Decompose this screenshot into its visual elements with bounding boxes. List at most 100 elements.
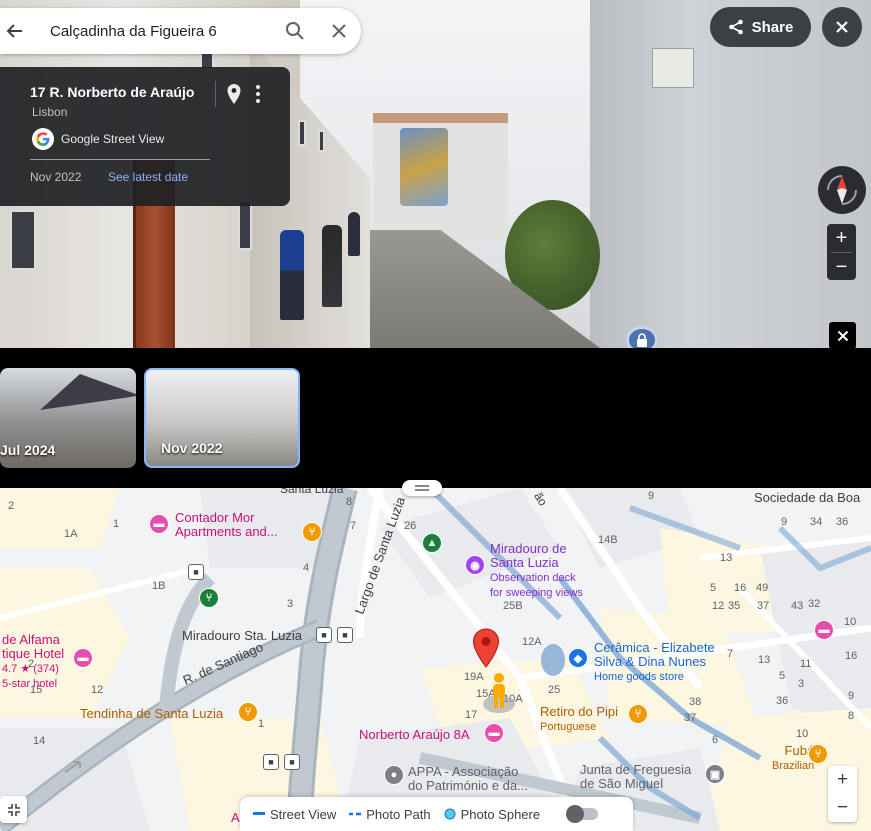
legend-label: Street View [270, 806, 337, 822]
source-label: Google Street View [61, 132, 165, 146]
government-icon[interactable]: ▣ [705, 764, 725, 784]
search-bar: Calçadinha da Figueira 6 [0, 8, 361, 54]
house-number: 49 [756, 582, 769, 594]
street-view-line-icon [253, 812, 265, 815]
house-number: 14 [33, 735, 46, 747]
poi-name: tique Hotel [2, 646, 65, 661]
map-legend: Street View Photo Path Photo Sphere [240, 797, 633, 831]
close-icon[interactable] [822, 7, 862, 47]
house-number: 16 [734, 582, 747, 594]
house-number: 1 [258, 718, 265, 730]
zoom-in-button[interactable]: + [827, 224, 856, 252]
poi-norberto[interactable]: Norberto Araújo 8A [359, 727, 470, 742]
zoom-out-button[interactable]: − [827, 253, 856, 281]
lock-icon[interactable] [626, 326, 658, 348]
restaurant-icon[interactable]: ⑂ [628, 704, 648, 724]
poi-contador-mor[interactable]: Contador Mor Apartments and... [175, 511, 278, 539]
poi-junta[interactable]: Junta de Freguesia de São Miguel [580, 763, 691, 791]
house-number: 36 [776, 695, 789, 707]
search-icon[interactable] [273, 8, 317, 54]
timeline-thumbnail[interactable]: Jul 2024 [0, 368, 136, 468]
house-number: 10 [844, 616, 857, 628]
poi-alfama-hotel[interactable]: de Alfama tique Hotel 4.7 ★ (374) 5-star ho… [2, 633, 64, 691]
poi-name: Junta de Freguesia [580, 762, 692, 777]
umbrella [40, 374, 136, 410]
house-number: A [231, 810, 240, 825]
hotel-icon[interactable]: ▬ [484, 723, 504, 743]
timeline-thumbnail-selected[interactable]: Nov 2022 [144, 368, 300, 468]
poi-fuba[interactable]: Fubá Brazilian [772, 744, 814, 773]
tile-mural [400, 128, 448, 206]
poi-sociedade[interactable]: Sociedade da Boa [754, 490, 860, 505]
map-pin-icon[interactable] [226, 83, 242, 105]
source-row: Google Street View [32, 128, 164, 150]
tram-icon[interactable]: ■ [316, 627, 332, 643]
location-pin-icon[interactable] [472, 628, 500, 668]
restaurant-icon[interactable]: ⑂ [808, 744, 828, 764]
legend-photo-sphere: Photo Sphere [444, 807, 540, 822]
house-number: 5 [710, 582, 717, 594]
house-number: 35 [728, 600, 741, 612]
tram-icon[interactable]: ■ [263, 754, 279, 770]
poi-name: do Património e da... [408, 778, 528, 793]
mini-map[interactable]: Santa Luzia Largo de Santa Luzia R. de S… [0, 488, 871, 831]
window [238, 200, 252, 250]
poi-name: Santa Luzia [490, 555, 559, 570]
restaurant-icon[interactable]: ⑂ [238, 702, 258, 722]
share-button[interactable]: Share [710, 7, 811, 47]
poi-appa[interactable]: APPA - Associação do Património e da... [408, 765, 528, 793]
restaurant-icon[interactable]: ⑂ [302, 522, 322, 542]
poi-subtitle: 5-star hotel [2, 678, 58, 690]
clear-search-icon[interactable] [317, 8, 361, 54]
house-number: 8 [848, 710, 855, 722]
resize-handle[interactable] [402, 480, 442, 496]
house-number: 8 [346, 496, 353, 508]
coverage-toggle[interactable] [566, 805, 599, 823]
house-number: 12A [522, 636, 542, 648]
compass-icon[interactable] [818, 166, 866, 214]
pegman-icon[interactable] [482, 672, 516, 714]
map-zoom-out-button[interactable]: − [828, 794, 857, 822]
landmark-icon[interactable]: ● [384, 765, 404, 785]
back-arrow-icon[interactable] [0, 8, 30, 54]
google-logo-icon [32, 128, 54, 150]
house-number: 37 [684, 712, 697, 724]
map-zoom-in-button[interactable]: + [828, 766, 857, 794]
hotel-icon[interactable]: ▬ [149, 514, 169, 534]
hotel-icon[interactable]: ▬ [73, 648, 93, 668]
see-latest-date-link[interactable]: See latest date [108, 170, 188, 184]
poi-miradouro[interactable]: Miradouro de Santa Luzia Observation deck f… [490, 542, 583, 600]
shopping-icon[interactable]: ◆ [568, 648, 588, 668]
poi-retiro[interactable]: Retiro do Pipi Portuguese [540, 705, 618, 734]
tram-icon[interactable]: ■ [337, 627, 353, 643]
house-number: 25B [503, 600, 523, 612]
street-label: Santa Luzia [280, 488, 344, 496]
restaurant-icon[interactable]: ⑂ [199, 588, 219, 608]
park-icon[interactable]: ▲ [422, 533, 442, 553]
collapse-map-icon[interactable] [0, 796, 27, 823]
house-number: 19A [464, 671, 484, 683]
share-label: Share [751, 18, 794, 36]
direction-arrow-icon [64, 761, 81, 773]
poi-tendinha[interactable]: Tendinha de Santa Luzia [80, 706, 223, 721]
close-timeline-icon[interactable] [829, 322, 856, 349]
transit-stop-label[interactable]: Miradouro Sta. Luzia [182, 628, 302, 643]
more-options-icon[interactable] [250, 83, 266, 105]
photo-sphere-dot-icon [444, 808, 456, 820]
poi-name: de São Miguel [580, 776, 664, 791]
search-input[interactable]: Calçadinha da Figueira 6 [30, 23, 273, 40]
electrical-box [652, 48, 694, 88]
camera-icon[interactable]: ◉ [465, 555, 485, 575]
poi-ceramica[interactable]: Cerâmica - Elizabete Silva & Dina Nunes Ho… [594, 641, 715, 684]
legend-label: Photo Path [366, 806, 431, 822]
house-number: 37 [757, 600, 770, 612]
house-number: 9 [648, 490, 655, 502]
hotel-icon[interactable]: ▬ [814, 620, 834, 640]
house-number: 1A [64, 528, 78, 540]
poi-name: Cerâmica - Elizabete [594, 640, 715, 655]
thumbnail-date: Nov 2022 [161, 440, 223, 456]
tram-icon[interactable]: ■ [284, 754, 300, 770]
house-number: 10 [796, 728, 809, 740]
poi-name: Miradouro de [490, 541, 567, 556]
bus-stop-icon[interactable]: ■ [188, 564, 204, 580]
